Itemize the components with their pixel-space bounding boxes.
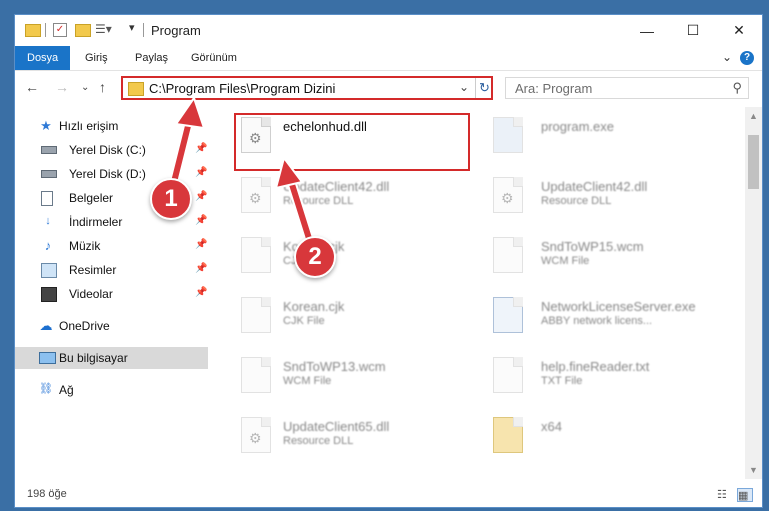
step-badge-1: 1 [150,178,192,220]
arrow-2 [274,155,317,253]
arrow-1 [167,95,206,195]
step-badge-2: 2 [294,236,336,278]
annotation-arrows [167,95,317,253]
